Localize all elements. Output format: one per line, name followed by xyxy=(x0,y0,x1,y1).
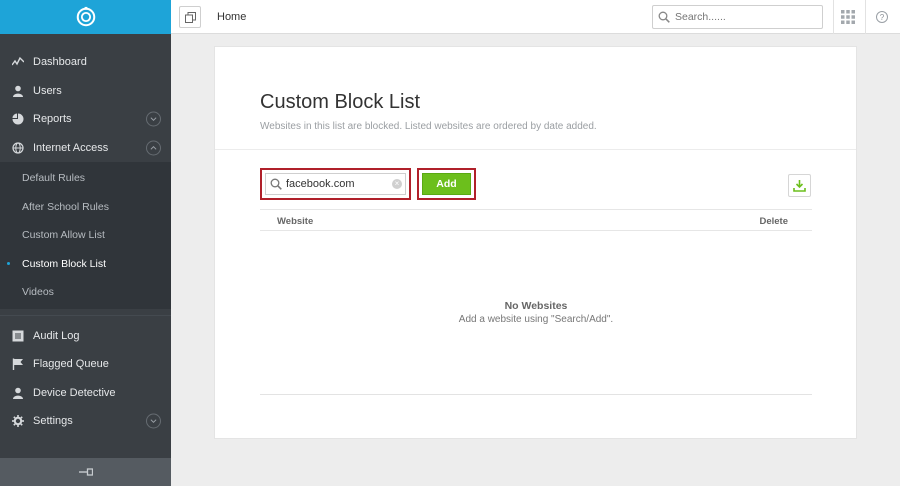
apps-grid-icon[interactable] xyxy=(841,10,855,24)
page-description: Websites in this list are blocked. Liste… xyxy=(260,121,597,132)
download-icon xyxy=(793,180,806,192)
chevron-up-icon[interactable] xyxy=(146,140,161,156)
export-button[interactable] xyxy=(788,174,811,197)
sidebar-item-label: Users xyxy=(33,84,62,97)
sidebar-item-label: Internet Access xyxy=(33,141,109,154)
sidebar-subitem-label: Default Rules xyxy=(22,172,86,185)
sidebar-item-flagged-queue[interactable]: Flagged Queue xyxy=(0,350,171,379)
sidebar-subitem-custom-block-list[interactable]: Custom Block List xyxy=(0,250,171,279)
sidebar-item-label: Dashboard xyxy=(33,56,87,69)
column-header-website: Website xyxy=(277,216,314,227)
internet-access-subnav: Default Rules After School Rules Custom … xyxy=(0,162,171,309)
sidebar-subitem-default-rules[interactable]: Default Rules xyxy=(0,164,171,193)
collapse-icon xyxy=(78,468,93,476)
user-icon xyxy=(12,85,24,97)
search-icon xyxy=(658,11,670,23)
logo-bar xyxy=(0,0,171,34)
window-toggle-button[interactable] xyxy=(179,6,201,28)
sidebar-subitem-label: Videos xyxy=(22,286,54,299)
sidebar-item-internet-access[interactable]: Internet Access xyxy=(0,134,171,163)
empty-state-title: No Websites xyxy=(504,300,568,312)
column-header-delete: Delete xyxy=(759,216,788,227)
topbar-divider xyxy=(833,0,834,34)
add-button[interactable]: Add xyxy=(422,173,471,195)
breadcrumb[interactable]: Home xyxy=(217,11,246,23)
table-footer-divider xyxy=(260,394,812,395)
sidebar-item-label: Audit Log xyxy=(33,329,80,342)
sidebar-item-audit-log[interactable]: Audit Log xyxy=(0,322,171,351)
empty-state: No Websites Add a website using "Search/… xyxy=(260,300,812,325)
pulse-icon xyxy=(12,56,24,68)
help-icon[interactable]: ? xyxy=(876,11,888,23)
global-search[interactable] xyxy=(652,5,823,29)
table-header: Website Delete xyxy=(260,209,812,231)
sidebar-subitem-videos[interactable]: Videos xyxy=(0,278,171,307)
flag-icon xyxy=(12,358,24,371)
sidebar-item-label: Flagged Queue xyxy=(33,358,109,371)
search-icon xyxy=(270,178,282,190)
windows-icon xyxy=(184,11,196,23)
sidebar-subitem-label: Custom Allow List xyxy=(22,229,105,242)
sidebar-subitem-label: After School Rules xyxy=(22,200,109,213)
global-search-input[interactable] xyxy=(675,11,815,23)
sidebar-item-reports[interactable]: Reports xyxy=(0,105,171,134)
website-search-input[interactable] xyxy=(286,178,386,190)
topbar-divider xyxy=(865,0,866,34)
topbar: Home ? xyxy=(171,0,900,34)
sidebar-item-label: Device Detective xyxy=(33,386,116,399)
sidebar-item-users[interactable]: Users xyxy=(0,77,171,106)
main-nav: Dashboard Users Reports Internet Access xyxy=(0,34,171,309)
sidebar-subitem-custom-allow-list[interactable]: Custom Allow List xyxy=(0,221,171,250)
sidebar-item-settings[interactable]: Settings xyxy=(0,407,171,436)
pie-chart-icon xyxy=(12,113,24,125)
secondary-nav: Audit Log Flagged Queue Device Detective… xyxy=(0,314,171,436)
sidebar-subitem-label: Custom Block List xyxy=(22,257,107,270)
add-button-frame: Add xyxy=(417,168,476,200)
chevron-down-icon[interactable] xyxy=(146,413,161,429)
chevron-down-icon[interactable] xyxy=(146,111,161,127)
sidebar-item-label: Settings xyxy=(33,415,73,428)
card-header: Custom Block List Websites in this list … xyxy=(215,47,856,150)
sidebar-item-dashboard[interactable]: Dashboard xyxy=(0,48,171,77)
main-card: Custom Block List Websites in this list … xyxy=(214,46,857,439)
website-search-box: × xyxy=(260,168,411,200)
gear-icon xyxy=(12,415,24,428)
sidebar-subitem-after-school-rules[interactable]: After School Rules xyxy=(0,193,171,222)
sidebar-item-device-detective[interactable]: Device Detective xyxy=(0,379,171,408)
sidebar: Dashboard Users Reports Internet Access xyxy=(0,0,171,486)
sidebar-item-label: Reports xyxy=(33,113,72,126)
globe-icon xyxy=(12,142,24,154)
clear-input-icon[interactable]: × xyxy=(392,179,402,189)
empty-state-hint: Add a website using "Search/Add". xyxy=(458,314,614,325)
list-icon xyxy=(12,330,24,342)
website-search-field[interactable]: × xyxy=(265,173,406,195)
page-title: Custom Block List xyxy=(260,91,421,113)
collapse-sidebar-button[interactable] xyxy=(0,458,171,486)
brand-logo-icon xyxy=(76,6,95,27)
website-table: Website Delete xyxy=(260,209,812,231)
user-icon xyxy=(12,387,24,399)
